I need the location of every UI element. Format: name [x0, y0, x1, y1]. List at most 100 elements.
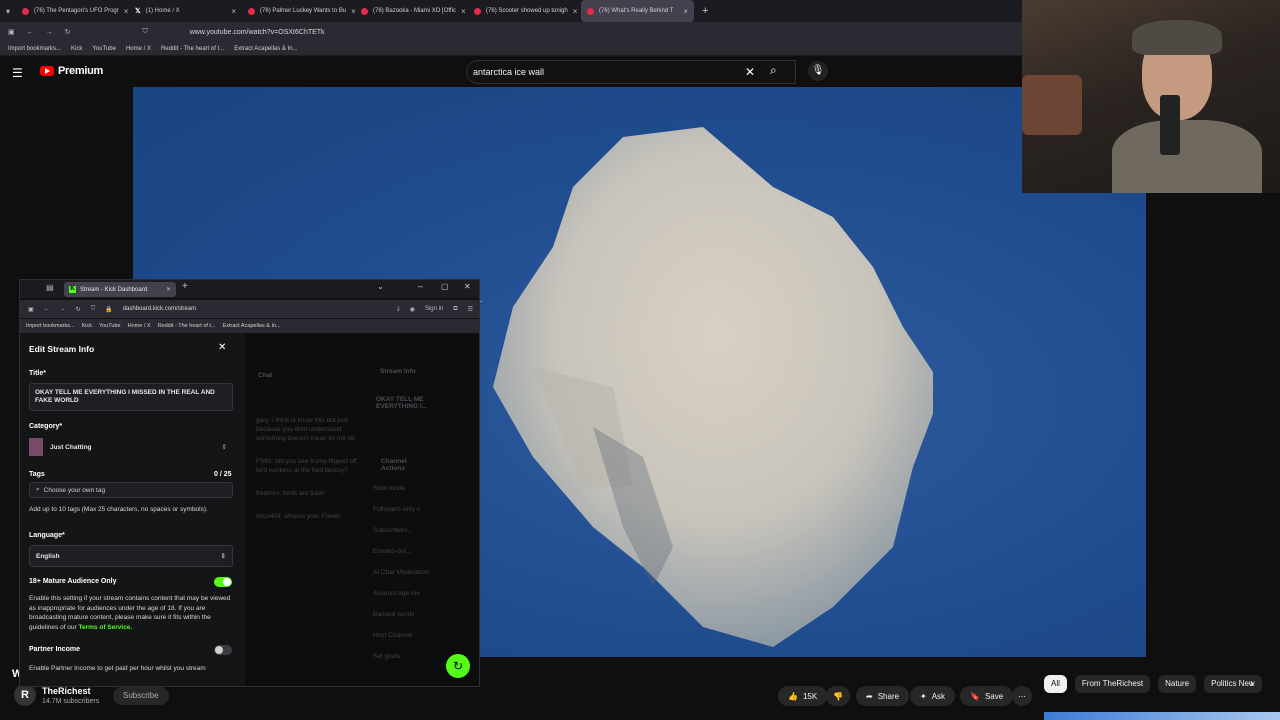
- bookmark-item[interactable]: Import bookmarks...: [26, 323, 75, 329]
- kick-tab[interactable]: K Stream - Kick Dashboard ✕: [64, 282, 176, 297]
- terms-of-service-link[interactable]: Terms of Service.: [79, 624, 133, 631]
- share-button[interactable]: ➦ Share: [856, 686, 910, 706]
- browser-tab[interactable]: (76) Palmer Luckey Wants to Bu ×: [242, 0, 355, 22]
- bookmark-item[interactable]: Home / X: [128, 323, 151, 329]
- close-window-icon[interactable]: ✕: [464, 282, 471, 291]
- sidebar-icon[interactable]: ▣: [28, 306, 34, 313]
- microphone-icon[interactable]: 🎙: [808, 61, 828, 81]
- reload-icon[interactable]: ↻: [76, 306, 81, 313]
- channel-action-item[interactable]: Banned words: [373, 610, 445, 619]
- sign-in-button[interactable]: Sign in: [425, 306, 443, 312]
- maximize-icon[interactable]: ▢: [441, 282, 449, 291]
- bookmark-item[interactable]: Extract Acapellas & In...: [234, 46, 297, 52]
- youtube-play-icon: [40, 66, 54, 76]
- tab-manager-icon[interactable]: ▤: [46, 283, 54, 292]
- stream-info-preview: OKAY TELL ME EVERYTHING I...: [376, 396, 428, 410]
- tags-input[interactable]: ⌕ Choose your own tag: [29, 482, 233, 498]
- menu-icon[interactable]: ☰: [468, 306, 479, 313]
- channel-action-item[interactable]: Emotes-onl...: [373, 547, 445, 556]
- new-tab-button[interactable]: +: [694, 5, 716, 17]
- language-select[interactable]: English ⇕: [29, 545, 233, 567]
- category-select[interactable]: Just Chatting ⇕: [29, 436, 233, 458]
- browser-url-bar: ▣ ← → ↻ ⛉ www.youtube.com/watch?v=OSXt6C…: [0, 22, 1022, 42]
- back-icon[interactable]: ←: [44, 306, 50, 312]
- close-tab-icon[interactable]: ×: [683, 7, 688, 16]
- channel-avatar[interactable]: R: [14, 684, 36, 706]
- forward-icon[interactable]: →: [60, 306, 66, 312]
- bookmark-item[interactable]: Reddit - The heart of t...: [158, 323, 216, 329]
- dislike-button[interactable]: 👎: [826, 686, 850, 706]
- category-thumbnail: [29, 438, 43, 456]
- browser-tab[interactable]: (76) Bazooka - Miami XO [Offic ×: [355, 0, 468, 22]
- tags-help: Add up to 10 tags (Max 25 characters, no…: [29, 506, 208, 513]
- shield-icon[interactable]: ⛉: [91, 306, 96, 313]
- bookmark-item[interactable]: Extract Acapellas & In...: [223, 323, 281, 329]
- back-icon[interactable]: ←: [27, 29, 34, 36]
- browser-tab[interactable]: 𝕏 (1) Home / X ×: [129, 0, 242, 22]
- subscribe-button[interactable]: Subscribe: [113, 687, 169, 705]
- close-tab-icon[interactable]: ×: [573, 7, 578, 16]
- download-icon[interactable]: ⤓: [397, 306, 400, 313]
- new-tab-button[interactable]: +: [182, 281, 188, 292]
- sparkle-icon: ✦: [920, 691, 927, 701]
- bookmark-item[interactable]: Kick: [71, 46, 82, 52]
- bookmark-item[interactable]: Home / X: [126, 46, 151, 52]
- filter-chip[interactable]: All: [1044, 675, 1067, 693]
- mature-toggle[interactable]: [214, 577, 232, 587]
- kick-dashboard-window: ▤ K Stream - Kick Dashboard ✕ + ⌄ – ▢ ✕ …: [19, 279, 480, 687]
- category-value: Just Chatting: [50, 443, 92, 451]
- channel-action-item[interactable]: Set goals: [373, 652, 445, 661]
- clear-search-icon[interactable]: ✕: [745, 65, 755, 79]
- menu-icon[interactable]: ☰: [12, 66, 23, 80]
- minimize-icon[interactable]: –: [418, 281, 423, 291]
- channel-action-item[interactable]: Subscribers...: [373, 526, 445, 535]
- reload-icon[interactable]: ↻: [65, 28, 71, 36]
- bookmark-item[interactable]: Import bookmarks...: [8, 46, 61, 52]
- kick-url-field[interactable]: dashboard.kick.com/stream: [123, 306, 196, 312]
- forward-icon[interactable]: →: [46, 29, 53, 36]
- browser-tab[interactable]: (76) The Pentagon's UFO Progr ×: [16, 0, 129, 22]
- bookmark-item[interactable]: Reddit - The heart of t...: [161, 46, 224, 52]
- ask-button[interactable]: ✦ Ask: [910, 686, 956, 706]
- search-icon[interactable]: ⌕: [770, 63, 777, 78]
- close-tab-icon[interactable]: ×: [231, 7, 236, 16]
- extensions-icon[interactable]: ⧉: [453, 306, 457, 313]
- refresh-fab-icon[interactable]: ↻: [446, 654, 470, 678]
- partner-toggle[interactable]: [214, 645, 232, 655]
- youtube-favicon-icon: [248, 7, 256, 15]
- subscriber-count: 14.7M subscribers: [42, 698, 100, 705]
- beanie: [1132, 20, 1222, 55]
- close-tab-icon[interactable]: ✕: [166, 286, 171, 293]
- channel-action-item[interactable]: Host Channel: [373, 631, 445, 640]
- bookmark-item[interactable]: Kick: [82, 323, 92, 329]
- shield-icon[interactable]: ⛉: [143, 28, 148, 36]
- filter-chip[interactable]: Nature: [1158, 675, 1197, 693]
- language-value: English: [36, 552, 60, 560]
- browser-tab[interactable]: (76) What's Really Behind T ×: [581, 0, 695, 22]
- close-tab-icon[interactable]: ×: [124, 7, 129, 16]
- browser-tab-title: (76) What's Really Behind T: [599, 8, 674, 14]
- channel-action-item[interactable]: AI Chat Moderation: [373, 568, 445, 577]
- tab-list-icon[interactable]: ▾: [0, 7, 16, 16]
- youtube-logo[interactable]: Premium: [40, 65, 103, 77]
- close-tab-icon[interactable]: ×: [461, 7, 466, 16]
- account-icon[interactable]: ◉: [410, 306, 415, 313]
- browser-tab-title: (76) Palmer Luckey Wants to Bu: [260, 8, 347, 14]
- channel-action-item[interactable]: Account age res: [373, 589, 445, 598]
- chevron-right-icon[interactable]: ›: [1250, 678, 1254, 690]
- like-button[interactable]: 👍 15K: [778, 686, 828, 706]
- url-field[interactable]: www.youtube.com/watch?v=OSXt6ChTETk: [190, 29, 325, 36]
- filter-chip[interactable]: From TheRichest: [1074, 675, 1151, 693]
- close-panel-icon[interactable]: ✕: [218, 342, 226, 353]
- channel-action-item[interactable]: Followers-only c: [373, 505, 445, 514]
- chevron-down-icon[interactable]: ⌄: [377, 282, 384, 291]
- browser-tab[interactable]: (76) Scooter showed up tonigh ×: [468, 0, 581, 22]
- bookmark-item[interactable]: YouTube: [99, 323, 121, 329]
- save-button[interactable]: 🔖 Save: [960, 686, 1014, 706]
- sidebar-icon[interactable]: ▣: [8, 28, 15, 36]
- more-actions-button[interactable]: ⋯: [1012, 686, 1032, 706]
- channel-action-item[interactable]: Slow mode: [373, 484, 445, 493]
- title-field[interactable]: OKAY TELL ME EVERYTHING I MISSED IN THE …: [29, 383, 233, 411]
- bookmark-item[interactable]: YouTube: [92, 46, 116, 52]
- channel-name[interactable]: TheRichest: [42, 686, 91, 696]
